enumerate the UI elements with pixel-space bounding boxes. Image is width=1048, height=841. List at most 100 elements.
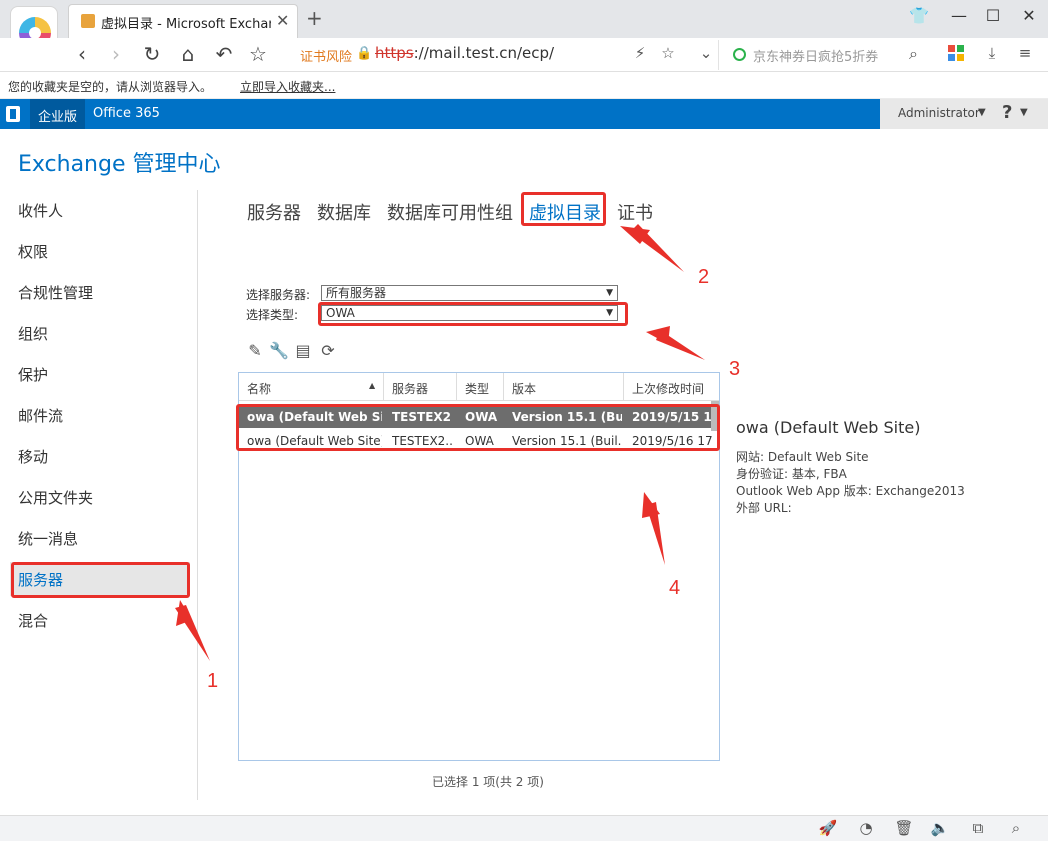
certificate-risk-label[interactable]: 证书风险 <box>300 46 352 65</box>
nav-item-1[interactable]: 权限 <box>10 234 190 268</box>
bookmark-star-icon[interactable]: ☆ <box>658 44 678 62</box>
nav-item-3[interactable]: 组织 <box>10 316 190 350</box>
search-box[interactable]: 京东神券日疯抢5折券 ⌕ <box>718 40 936 70</box>
details-external-url: 外部 URL: <box>736 501 792 515</box>
tab-4[interactable]: 证书 <box>617 199 653 225</box>
rocket-icon[interactable]: 🚀 <box>818 819 838 837</box>
user-menu[interactable]: Administrator ▼ ? ▼ <box>880 99 1048 129</box>
chevron-down-icon[interactable]: ▼ <box>1020 107 1028 118</box>
favorites-empty-message: 您的收藏夹是空的，请从浏览器导入。 <box>8 80 213 94</box>
wrench-icon[interactable]: 🔧 <box>269 341 289 360</box>
selection-status: 已选择 1 项(共 2 项) <box>432 775 544 789</box>
edition-tab[interactable]: 企业版 <box>30 99 86 129</box>
nav-item-0[interactable]: 收件人 <box>10 193 190 227</box>
annotation-box-type-select <box>318 302 628 326</box>
office-logo-icon[interactable] <box>6 106 20 122</box>
forward-icon[interactable]: › <box>104 42 128 66</box>
details-pane: owa (Default Web Site) 网站: Default Web S… <box>736 418 965 517</box>
user-name[interactable]: Administrator <box>898 106 980 120</box>
type-select-label: 选择类型: <box>246 308 299 322</box>
insecure-lock-icon[interactable]: 🔒 <box>356 46 372 61</box>
nav-item-4[interactable]: 保护 <box>10 357 190 391</box>
undo-icon[interactable]: ↶ <box>212 42 236 66</box>
details-authentication: 身份验证: 基本, FBA <box>736 467 847 481</box>
dropdown-arrow-icon: ▼ <box>606 288 613 298</box>
annotation-label-3: 3 <box>729 358 741 380</box>
reload-icon[interactable]: ↻ <box>140 42 164 66</box>
url-scheme: https <box>375 44 414 62</box>
left-nav: 收件人 权限 合规性管理 组织 保护 邮件流 移动 公用文件夹 统一消息 服务器 混合 <box>0 190 198 800</box>
annotation-label-4: 4 <box>669 577 681 599</box>
minimize-icon[interactable]: — <box>948 6 970 25</box>
annotation-label-2: 2 <box>698 266 710 288</box>
help-icon[interactable]: ? <box>1002 102 1012 123</box>
skin-icon[interactable]: 👕 <box>908 6 930 25</box>
zoom-icon[interactable]: ⌕ <box>1006 819 1026 837</box>
office365-link[interactable]: Office 365 <box>93 106 160 121</box>
server-select-value: 所有服务器 <box>326 286 387 300</box>
address-bar: ‹ › ↻ ⌂ ↶ ☆ 证书风险 🔒 https://mail.test.cn/… <box>0 38 1048 72</box>
reset-icon[interactable]: ▤ <box>293 341 313 360</box>
screenshot-icon[interactable]: ⧉ <box>968 819 988 837</box>
details-title: owa (Default Web Site) <box>736 418 921 437</box>
nav-item-10[interactable]: 混合 <box>10 603 190 637</box>
trash-icon[interactable]: 🗑 <box>894 819 914 837</box>
page-title: Exchange 管理中心 <box>18 152 221 177</box>
server-select-label: 选择服务器: <box>246 288 311 302</box>
arrow-2-icon <box>630 224 684 272</box>
details-owa-version: Outlook Web App 版本: Exchange2013 <box>736 484 965 498</box>
annotation-box-servers-nav <box>11 562 190 598</box>
tab-title: 虚拟目录 - Microsoft Exchang <box>101 17 271 32</box>
annotation-box-table-rows <box>236 404 720 451</box>
import-favorites-link[interactable]: 立即导入收藏夹... <box>240 78 335 95</box>
nav-item-2[interactable]: 合规性管理 <box>10 275 190 309</box>
download-icon[interactable]: ⤓ <box>982 44 1002 62</box>
search-icon[interactable]: ⌕ <box>909 44 918 64</box>
column-header-server[interactable]: 服务器 <box>384 373 457 401</box>
tab-favicon-icon <box>81 14 95 28</box>
refresh-icon[interactable]: ⟳ <box>318 341 338 360</box>
nav-item-7[interactable]: 公用文件夹 <box>10 480 190 514</box>
edit-icon[interactable]: ✎ <box>245 341 265 360</box>
details-website: 网站: Default Web Site <box>736 450 869 464</box>
home-icon[interactable]: ⌂ <box>176 42 200 66</box>
tab-close-icon[interactable]: ✕ <box>276 11 289 30</box>
o365-header: 企业版 Office 365 Administrator ▼ ? ▼ <box>0 99 1048 129</box>
server-select[interactable]: 所有服务器 ▼ <box>321 285 618 301</box>
browser-status-bar: 🚀 ◔ 🗑 🔈 ⧉ ⌕ <box>0 815 1048 841</box>
browser-tab-bar: 虚拟目录 - Microsoft Exchang ✕ + 👕 — ☐ ✕ <box>0 0 1048 60</box>
nav-item-5[interactable]: 邮件流 <box>10 398 190 432</box>
apps-icon[interactable] <box>948 45 964 61</box>
chevron-down-icon[interactable]: ▼ <box>978 107 986 118</box>
menu-icon[interactable]: ≡ <box>1015 44 1035 62</box>
annotation-label-1: 1 <box>207 670 219 692</box>
speed-icon[interactable]: ◔ <box>856 819 876 837</box>
column-header-type[interactable]: 类型 <box>457 373 504 401</box>
column-header-modified[interactable]: 上次修改时间 <box>624 373 719 401</box>
tab-2[interactable]: 数据库可用性组 <box>387 199 513 225</box>
nav-item-8[interactable]: 统一消息 <box>10 521 190 555</box>
lightning-icon[interactable]: ⚡ <box>630 44 650 62</box>
arrow-3-icon <box>656 330 705 360</box>
column-header-version[interactable]: 版本 <box>504 373 624 401</box>
close-window-icon[interactable]: ✕ <box>1018 6 1040 25</box>
url-field[interactable]: https://mail.test.cn/ecp/ <box>375 44 554 62</box>
chevron-down-icon[interactable]: ⌄ <box>696 44 716 62</box>
tab-1[interactable]: 数据库 <box>317 199 371 225</box>
browser-tab[interactable]: 虚拟目录 - Microsoft Exchang ✕ <box>68 4 298 38</box>
sort-ascending-icon[interactable]: ▲ <box>369 381 375 390</box>
annotation-box-virtual-dir-tab <box>521 192 606 226</box>
new-tab-button[interactable]: + <box>306 6 323 30</box>
nav-item-6[interactable]: 移动 <box>10 439 190 473</box>
maximize-icon[interactable]: ☐ <box>982 6 1004 25</box>
tab-0[interactable]: 服务器 <box>247 199 301 225</box>
favorites-bar: 您的收藏夹是空的，请从浏览器导入。 立即导入收藏夹... <box>0 72 1048 99</box>
back-icon[interactable]: ‹ <box>70 42 94 66</box>
search-engine-icon <box>733 48 746 61</box>
volume-icon[interactable]: 🔈 <box>930 819 950 837</box>
table-header: 名称 ▲ 服务器 类型 版本 上次修改时间 <box>239 373 719 401</box>
star-icon[interactable]: ☆ <box>246 42 270 66</box>
search-input[interactable]: 京东神券日疯抢5折券 <box>753 46 878 65</box>
url-path: ://mail.test.cn/ecp/ <box>413 44 555 62</box>
column-header-name[interactable]: 名称 ▲ <box>239 373 384 401</box>
